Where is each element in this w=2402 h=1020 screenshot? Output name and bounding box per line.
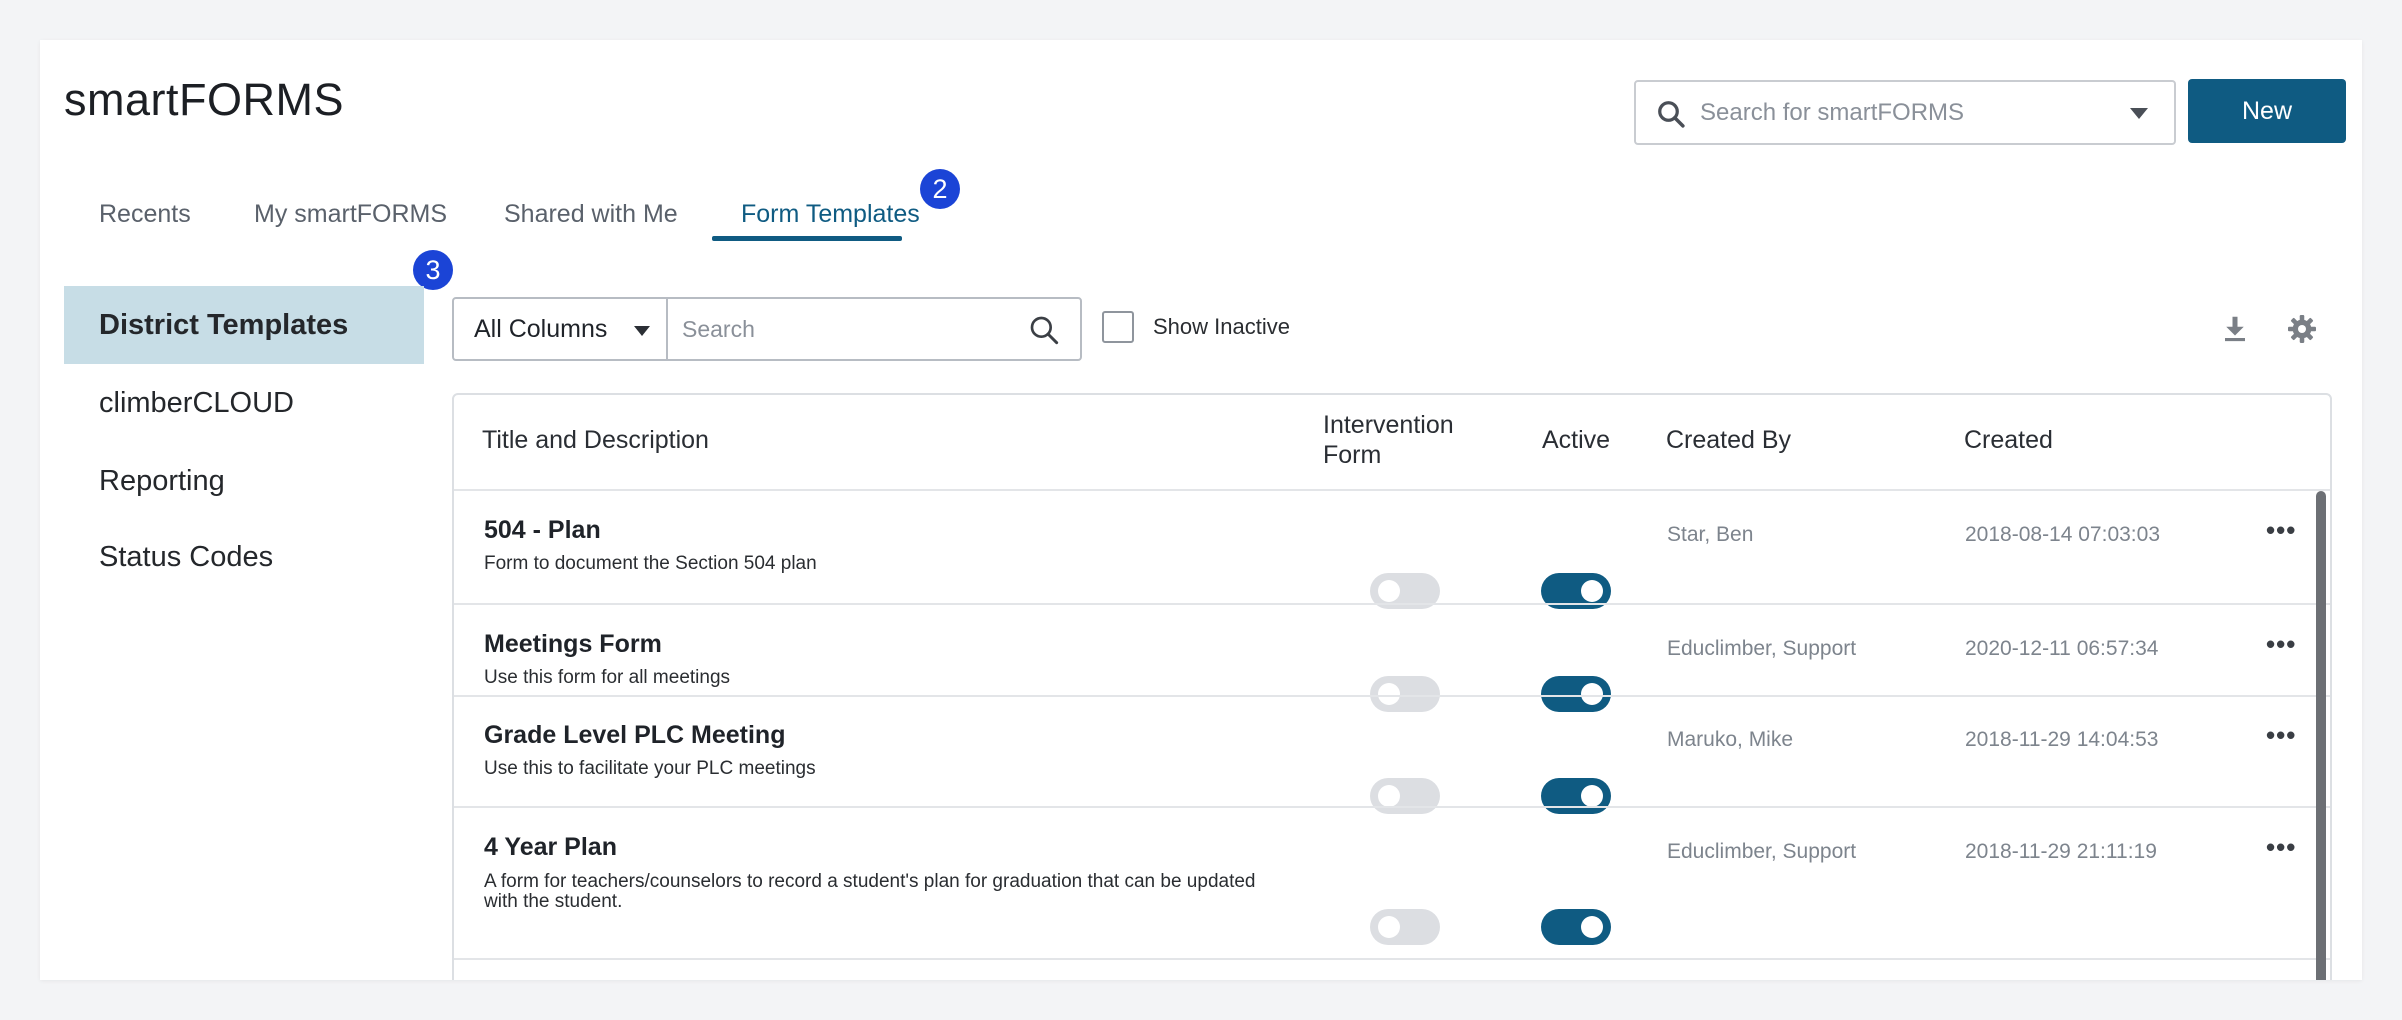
column-header-active[interactable]: Active bbox=[1542, 425, 1610, 455]
active-toggle[interactable] bbox=[1541, 676, 1611, 712]
column-header-created-by[interactable]: Created By bbox=[1666, 425, 1791, 455]
created-date: 2018-11-29 21:11:19 bbox=[1965, 840, 2157, 863]
sidebar-item-district-templates[interactable]: District Templates bbox=[64, 286, 424, 364]
step-badge-3: 3 bbox=[413, 250, 453, 290]
column-filter-select[interactable]: All Columns bbox=[452, 297, 668, 361]
smartforms-search-input[interactable] bbox=[1700, 90, 2100, 136]
row-divider bbox=[454, 695, 2330, 697]
column-header-intervention-line2: Form bbox=[1323, 441, 1382, 469]
row-menu-icon[interactable]: ••• bbox=[2266, 515, 2296, 546]
table-search-input[interactable] bbox=[682, 307, 1002, 351]
table-scrollbar[interactable] bbox=[2316, 491, 2326, 980]
row-menu-icon[interactable]: ••• bbox=[2266, 629, 2296, 660]
row-menu-icon[interactable]: ••• bbox=[2266, 720, 2296, 751]
gear-icon[interactable] bbox=[2286, 313, 2318, 345]
search-icon[interactable] bbox=[1028, 314, 1060, 346]
app-window: smartFORMS New Recents My smartFORMS Sha… bbox=[40, 40, 2362, 980]
created-date: 2018-11-29 14:04:53 bbox=[1965, 728, 2159, 751]
column-filter-label: All Columns bbox=[474, 315, 608, 343]
column-header-intervention[interactable]: Intervention Form bbox=[1323, 410, 1454, 470]
row-description: A form for teachers/counselors to record… bbox=[484, 871, 1256, 912]
intervention-toggle[interactable] bbox=[1370, 676, 1440, 712]
app-title: smartFORMS bbox=[64, 74, 344, 125]
row-description: Use this to facilitate your PLC meetings bbox=[484, 758, 816, 779]
row-title[interactable]: 4 Year Plan bbox=[484, 833, 617, 862]
chevron-down-icon[interactable] bbox=[2130, 108, 2148, 119]
created-date: 2020-12-11 06:57:34 bbox=[1965, 637, 2159, 660]
created-by: Maruko, Mike bbox=[1667, 728, 1794, 751]
download-icon[interactable] bbox=[2220, 313, 2250, 343]
header-divider bbox=[454, 489, 2330, 491]
active-tab-indicator bbox=[712, 236, 902, 241]
new-button[interactable]: New bbox=[2188, 79, 2346, 143]
chevron-down-icon bbox=[634, 326, 650, 336]
created-date: 2018-08-14 07:03:03 bbox=[1965, 523, 2160, 546]
show-inactive-checkbox[interactable] bbox=[1102, 311, 1134, 343]
row-description: Use this form for all meetings bbox=[484, 667, 731, 688]
form-templates-table: Title and Description Intervention Form … bbox=[452, 393, 2332, 980]
tab-form-templates[interactable]: Form Templates bbox=[741, 200, 920, 229]
tab-recents[interactable]: Recents bbox=[99, 200, 191, 229]
row-title[interactable]: Grade Level PLC Meeting bbox=[484, 721, 785, 750]
smartforms-search[interactable] bbox=[1634, 80, 2176, 145]
row-divider bbox=[454, 958, 2330, 960]
row-title[interactable]: 504 - Plan bbox=[484, 516, 601, 545]
column-header-title[interactable]: Title and Description bbox=[482, 425, 709, 455]
sidebar-item-reporting[interactable]: Reporting bbox=[64, 442, 424, 520]
column-header-created[interactable]: Created bbox=[1964, 425, 2053, 455]
row-menu-icon[interactable]: ••• bbox=[2266, 832, 2296, 863]
sidebar-item-status-codes[interactable]: Status Codes bbox=[64, 518, 424, 596]
table-search[interactable] bbox=[666, 297, 1082, 361]
active-toggle[interactable] bbox=[1541, 778, 1611, 814]
step-badge-2: 2 bbox=[920, 169, 960, 209]
row-divider bbox=[454, 806, 2330, 808]
show-inactive-label: Show Inactive bbox=[1153, 314, 1290, 339]
created-by: Educlimber, Support bbox=[1667, 637, 1857, 660]
search-icon bbox=[1658, 101, 1685, 128]
row-divider bbox=[454, 603, 2330, 605]
tab-shared-with-me[interactable]: Shared with Me bbox=[504, 200, 678, 229]
row-title[interactable]: Meetings Form bbox=[484, 630, 662, 659]
created-by: Star, Ben bbox=[1667, 523, 1754, 546]
intervention-toggle[interactable] bbox=[1370, 778, 1440, 814]
sidebar-item-climbercloud[interactable]: climberCLOUD bbox=[64, 364, 424, 442]
active-toggle[interactable] bbox=[1541, 909, 1611, 945]
created-by: Educlimber, Support bbox=[1667, 840, 1857, 863]
intervention-toggle[interactable] bbox=[1370, 909, 1440, 945]
column-header-intervention-line1: Intervention bbox=[1323, 411, 1454, 439]
row-description: Form to document the Section 504 plan bbox=[484, 553, 817, 574]
tab-my-smartforms[interactable]: My smartFORMS bbox=[254, 200, 447, 229]
